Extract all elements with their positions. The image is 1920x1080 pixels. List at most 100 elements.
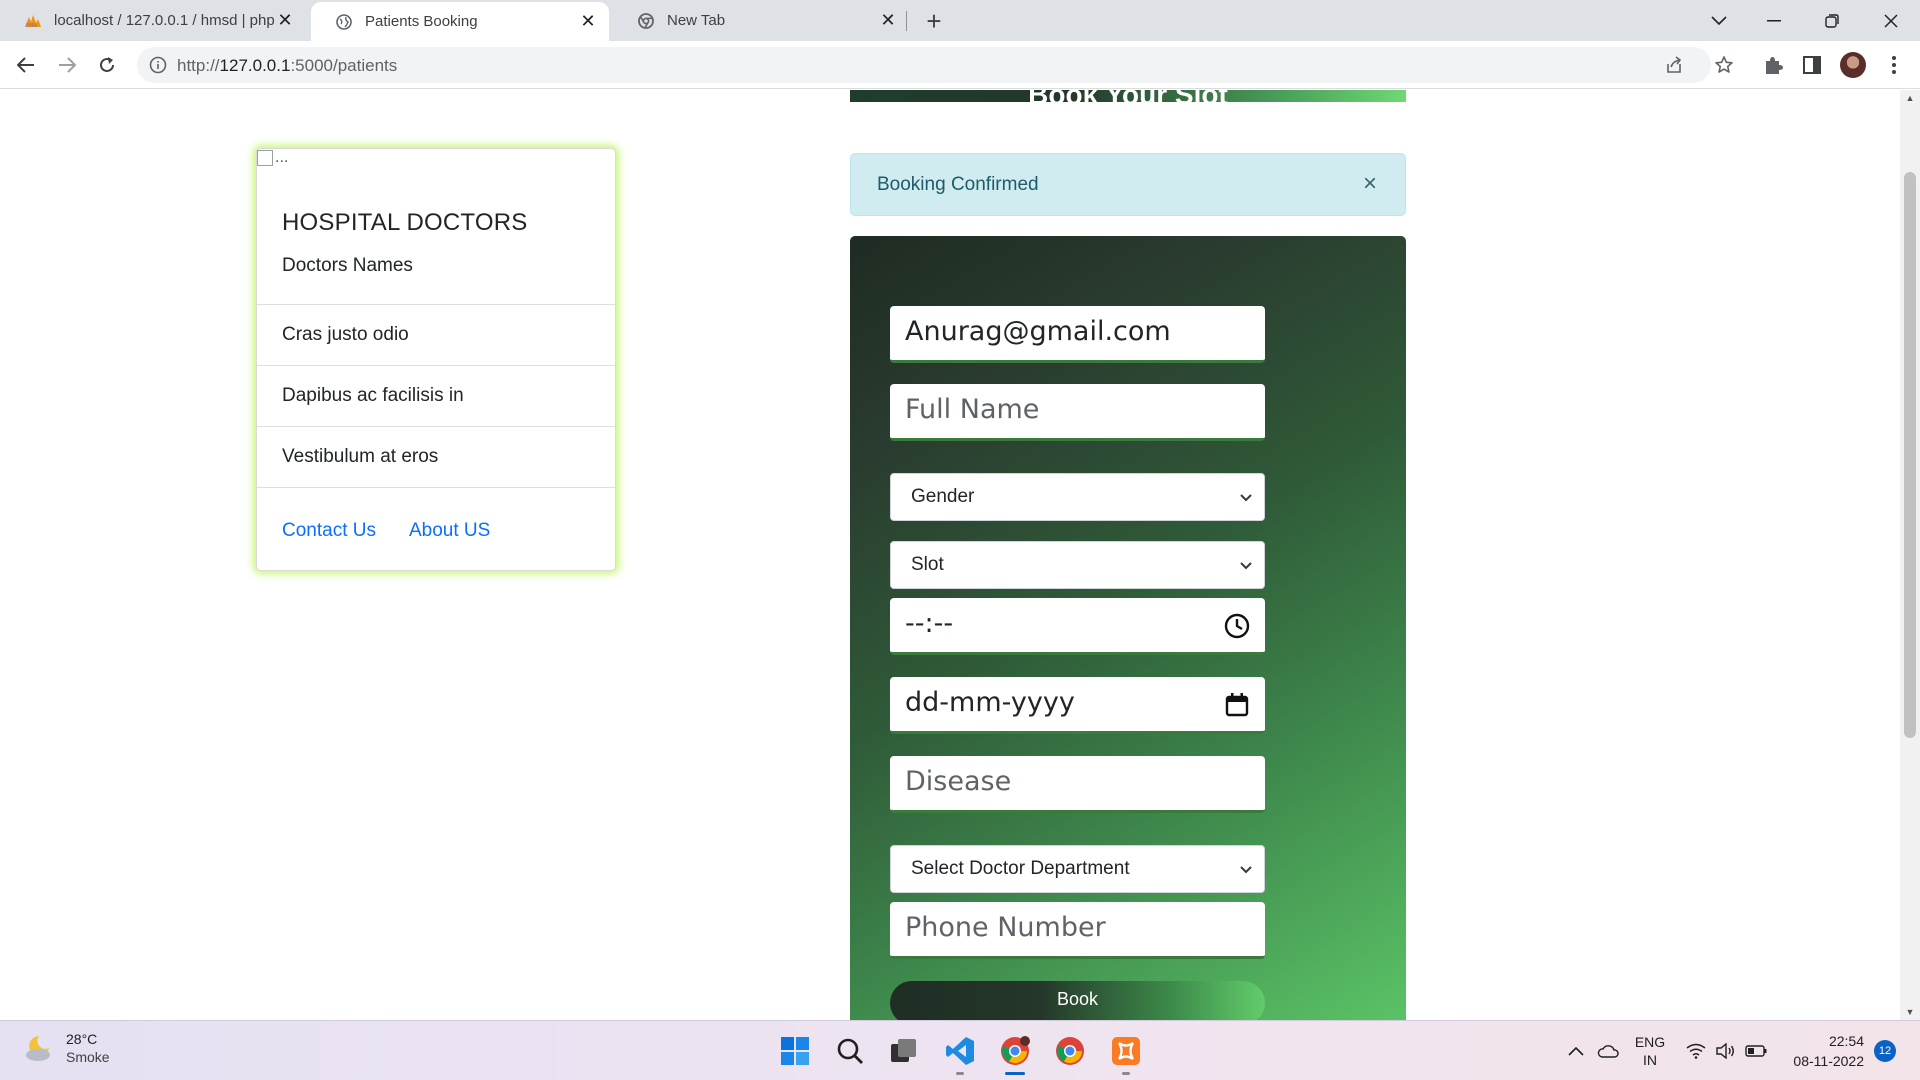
onedrive-cloud-icon[interactable] bbox=[1594, 1021, 1622, 1080]
date-input[interactable]: dd-mm-yyyy bbox=[890, 677, 1265, 734]
page-scrollbar[interactable]: ▲ ▼ bbox=[1900, 90, 1920, 1020]
site-info-icon[interactable] bbox=[149, 56, 167, 74]
battery-icon[interactable] bbox=[1742, 1021, 1770, 1080]
card-title: HOSPITAL DOCTORS bbox=[282, 209, 528, 236]
disease-field[interactable]: Disease bbox=[890, 756, 1265, 813]
doctor-list: Cras justo odio Dapibus ac facilisis in … bbox=[257, 304, 615, 487]
page-viewport: Book Your Slot ... HOSPITAL DOCTORS Doct… bbox=[0, 90, 1920, 1020]
taskbar: 28°C Smoke ENG IN 22:54 08-11-2022 12 bbox=[0, 1020, 1920, 1080]
url-scheme: http:// bbox=[177, 56, 220, 75]
chevron-down-icon bbox=[1238, 861, 1254, 877]
tab-title: Patients Booking bbox=[365, 13, 478, 30]
phpmyadmin-icon: PMA bbox=[24, 12, 42, 30]
share-icon[interactable] bbox=[1665, 56, 1683, 74]
volume-icon[interactable] bbox=[1712, 1021, 1738, 1080]
time-placeholder: --:-- bbox=[905, 608, 954, 639]
tab-patients-booking[interactable]: Patients Booking ✕ bbox=[311, 2, 609, 41]
gender-select[interactable]: Gender bbox=[890, 473, 1265, 521]
browser-toolbar: http://127.0.0.1:5000/patients bbox=[0, 41, 1920, 89]
list-item: Cras justo odio bbox=[257, 304, 615, 365]
minimize-button[interactable] bbox=[1749, 0, 1799, 41]
broken-image-icon bbox=[257, 150, 273, 166]
email-value: Anurag@gmail.com bbox=[905, 316, 1171, 347]
language-indicator[interactable]: ENG IN bbox=[1630, 1021, 1670, 1080]
address-bar[interactable]: http://127.0.0.1:5000/patients bbox=[137, 47, 1711, 83]
side-panel-icon[interactable] bbox=[1800, 53, 1824, 77]
calendar-icon[interactable] bbox=[1223, 691, 1251, 719]
weather-condition: Smoke bbox=[66, 1049, 110, 1065]
chevron-down-icon bbox=[1238, 557, 1254, 573]
slot-select[interactable]: Slot bbox=[890, 541, 1265, 589]
chrome-profile-icon[interactable] bbox=[997, 1033, 1033, 1069]
xampp-running-indicator bbox=[1122, 1072, 1130, 1075]
weather-widget[interactable]: 28°C Smoke bbox=[22, 1031, 110, 1065]
phone-field[interactable]: Phone Number bbox=[890, 902, 1265, 959]
language-code: ENG bbox=[1634, 1034, 1666, 1050]
menu-kebab-icon[interactable] bbox=[1882, 53, 1906, 77]
tab-phpmyadmin[interactable]: PMA localhost / 127.0.0.1 / hmsd | php ✕ bbox=[0, 0, 306, 41]
card-footer: Contact Us About US bbox=[257, 487, 615, 571]
extensions-puzzle-icon[interactable] bbox=[1761, 53, 1785, 77]
system-clock[interactable]: 22:54 08-11-2022 bbox=[1776, 1031, 1864, 1071]
bookmark-star-icon[interactable] bbox=[1712, 53, 1736, 77]
booking-alert: Booking Confirmed × bbox=[850, 153, 1406, 216]
profile-avatar[interactable] bbox=[1840, 52, 1866, 78]
scroll-down-icon[interactable]: ▼ bbox=[1900, 1004, 1920, 1020]
close-icon[interactable]: ✕ bbox=[877, 10, 899, 32]
tab-title: localhost / 127.0.0.1 / hmsd | php bbox=[54, 12, 274, 29]
gender-selected: Gender bbox=[911, 486, 975, 507]
book-button[interactable]: Book bbox=[890, 981, 1265, 1020]
notification-badge[interactable]: 12 bbox=[1874, 1040, 1896, 1062]
moon-cloud-icon bbox=[22, 1031, 56, 1065]
alert-message: Booking Confirmed bbox=[877, 174, 1039, 195]
about-us-link[interactable]: About US bbox=[409, 520, 490, 542]
list-item: Dapibus ac facilisis in bbox=[257, 365, 615, 426]
image-alt-text: ... bbox=[275, 149, 289, 166]
clock-icon[interactable] bbox=[1223, 612, 1251, 640]
search-icon[interactable] bbox=[832, 1033, 868, 1069]
close-window-button[interactable] bbox=[1866, 0, 1916, 41]
time-input[interactable]: --:-- bbox=[890, 598, 1265, 655]
chrome-icon[interactable] bbox=[1052, 1033, 1088, 1069]
tab-search-icon[interactable] bbox=[1694, 0, 1744, 41]
close-icon[interactable]: × bbox=[1359, 170, 1381, 197]
vscode-icon[interactable] bbox=[942, 1033, 978, 1069]
booking-form: Anurag@gmail.com Full Name Gender Slot -… bbox=[850, 236, 1406, 1020]
phone-placeholder: Phone Number bbox=[905, 912, 1106, 943]
globe-icon bbox=[335, 13, 353, 31]
wifi-icon[interactable] bbox=[1683, 1021, 1709, 1080]
forward-arrow-icon[interactable] bbox=[51, 49, 83, 81]
full-name-field[interactable]: Full Name bbox=[890, 384, 1265, 441]
url-host: 127.0.0.1 bbox=[219, 56, 291, 75]
url-text: http://127.0.0.1:5000/patients bbox=[177, 56, 397, 76]
doctor-image: ... bbox=[257, 149, 288, 167]
task-view-icon[interactable] bbox=[886, 1033, 922, 1069]
restore-button[interactable] bbox=[1807, 0, 1857, 41]
full-name-placeholder: Full Name bbox=[905, 394, 1040, 425]
scroll-thumb[interactable] bbox=[1904, 172, 1916, 738]
contact-us-link[interactable]: Contact Us bbox=[282, 520, 376, 542]
scroll-up-icon[interactable]: ▲ bbox=[1900, 90, 1920, 106]
slot-selected: Slot bbox=[911, 554, 944, 575]
windows-start-icon[interactable] bbox=[777, 1033, 813, 1069]
list-item: Vestibulum at eros bbox=[257, 426, 615, 487]
back-arrow-icon[interactable] bbox=[10, 49, 42, 81]
tab-separator bbox=[906, 11, 907, 31]
weather-temperature: 28°C bbox=[66, 1031, 98, 1047]
tab-title: New Tab bbox=[667, 12, 726, 29]
disease-placeholder: Disease bbox=[905, 766, 1012, 797]
vscode-running-indicator bbox=[956, 1072, 964, 1075]
close-icon[interactable]: ✕ bbox=[577, 11, 599, 33]
tab-new-tab[interactable]: New Tab ✕ bbox=[613, 0, 909, 41]
xampp-icon[interactable] bbox=[1108, 1033, 1144, 1069]
chevron-up-icon[interactable] bbox=[1562, 1021, 1590, 1080]
doctors-card: ... HOSPITAL DOCTORS Doctors Names Cras … bbox=[256, 148, 616, 571]
department-select[interactable]: Select Doctor Department bbox=[890, 845, 1265, 893]
region-code: IN bbox=[1643, 1052, 1657, 1068]
new-tab-button[interactable]: + bbox=[920, 6, 948, 36]
email-field[interactable]: Anurag@gmail.com bbox=[890, 306, 1265, 363]
chrome-active-indicator bbox=[1005, 1072, 1025, 1075]
reload-icon[interactable] bbox=[91, 49, 123, 81]
close-icon[interactable]: ✕ bbox=[274, 10, 296, 32]
svg-text:PMA: PMA bbox=[26, 23, 37, 28]
